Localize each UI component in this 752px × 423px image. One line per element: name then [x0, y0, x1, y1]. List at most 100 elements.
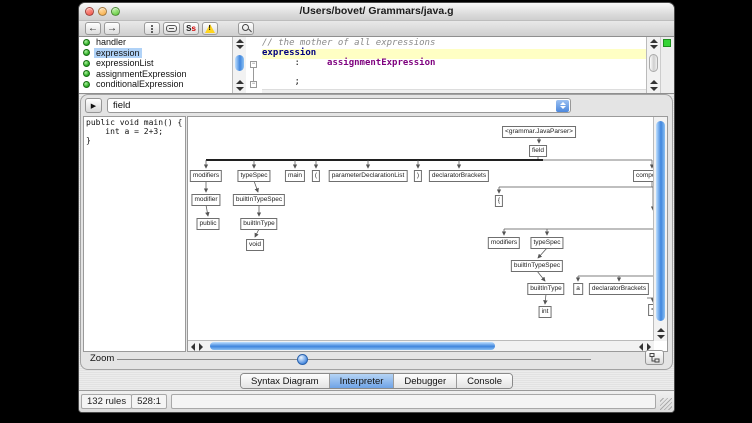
rule-status-icon	[83, 81, 90, 88]
rule-name[interactable]: expressionList	[94, 58, 156, 68]
tree-node[interactable]: modifiers	[190, 170, 222, 182]
start-rule-combobox[interactable]: field	[107, 98, 571, 113]
status-message-cell	[171, 394, 656, 409]
rule-list-item[interactable]: conditionalExpression	[79, 79, 232, 90]
window-titlebar[interactable]: /Users/bovet/ Grammars/java.g	[79, 3, 674, 21]
scroll-down-icon[interactable]	[650, 45, 658, 49]
code-segment: expression	[262, 48, 316, 58]
rule-list-scrollbar[interactable]	[232, 37, 246, 93]
tree-node[interactable]: (	[312, 170, 320, 182]
interpreter-input-text[interactable]: public void main() { int a = 2+3; }	[83, 116, 186, 352]
tree-node[interactable]: field	[529, 145, 547, 157]
tree-node[interactable]: <grammar.JavaParser>	[502, 126, 576, 138]
scroll-up-icon[interactable]	[236, 39, 244, 43]
loop-diagram-icon	[166, 25, 177, 32]
parse-tree-viewport[interactable]: <grammar.JavaParser> field modifiers typeSp…	[188, 117, 654, 341]
tree-node[interactable]: builtInTypeSpec	[233, 194, 285, 206]
case-toggle-button[interactable]: Ss	[183, 22, 199, 35]
tree-node[interactable]: a	[573, 283, 583, 295]
rule-list-item[interactable]: handler	[79, 37, 232, 48]
fold-collapse-icon[interactable]: −	[250, 61, 257, 68]
rule-name[interactable]: expression	[94, 48, 142, 58]
rule-list: handlerexpressionexpressionListassignmen…	[79, 37, 232, 93]
tree-node[interactable]: )	[414, 170, 422, 182]
tree-node[interactable]: int	[539, 306, 552, 318]
code-segment: assignmentExpression	[327, 58, 435, 68]
zoom-slider-thumb[interactable]	[297, 354, 308, 365]
scrollbar-thumb[interactable]	[210, 342, 495, 350]
scrollbar-thumb[interactable]	[656, 121, 665, 321]
tree-node[interactable]: void	[246, 239, 264, 251]
tree-node[interactable]: builtInTypeSpec	[511, 260, 563, 272]
code-line[interactable]: // the mother of all expressions	[262, 39, 646, 49]
back-button[interactable]: ←	[85, 22, 101, 35]
rule-name[interactable]: assignmentExpression	[94, 69, 189, 79]
scroll-down-icon[interactable]	[650, 87, 658, 91]
tab-syntax-diagram[interactable]: Syntax Diagram	[241, 374, 330, 388]
editor-scrollbar[interactable]	[646, 37, 660, 93]
scrollbar-thumb[interactable]	[649, 54, 658, 72]
zoom-controls: Zoom	[81, 350, 672, 367]
grammar-health-indicator	[663, 39, 671, 47]
warnings-button[interactable]	[202, 22, 218, 35]
code-segment: :	[262, 58, 327, 68]
zoom-slider[interactable]	[117, 359, 591, 360]
scrollbar-thumb[interactable]	[235, 55, 244, 71]
rule-list-item[interactable]: expressionList	[79, 58, 232, 69]
tree-view-toggle-button[interactable]	[645, 350, 664, 365]
scroll-up-icon[interactable]	[650, 39, 658, 43]
rule-list-item[interactable]: assignmentExpression	[79, 69, 232, 80]
rule-status-icon	[83, 49, 90, 56]
scroll-down-icon[interactable]	[236, 45, 244, 49]
tree-node[interactable]: parameterDeclarationList	[329, 170, 408, 182]
tree-node[interactable]: main	[285, 170, 305, 182]
code-line[interactable]: ;	[262, 78, 646, 88]
fold-collapse-icon[interactable]: −	[250, 81, 257, 88]
scroll-down-icon[interactable]	[657, 335, 665, 339]
run-interpreter-button[interactable]: ▶	[85, 98, 102, 113]
tree-node[interactable]: compoundStatement	[633, 170, 654, 182]
rule-status-icon	[83, 39, 90, 46]
tree-vertical-scrollbar[interactable]	[653, 117, 667, 341]
tree-node[interactable]: modifier	[191, 194, 220, 206]
rule-status-icon	[83, 60, 90, 67]
code-lines[interactable]: // the mother of all expressionsexpressi…	[262, 39, 646, 89]
tree-node[interactable]: public	[197, 218, 220, 230]
tab-debugger[interactable]: Debugger	[394, 374, 457, 388]
tree-node[interactable]: typeSpec	[530, 237, 563, 249]
combobox-stepper-icon[interactable]	[556, 100, 569, 112]
tab-console[interactable]: Console	[457, 374, 512, 388]
code-line[interactable]	[262, 68, 646, 78]
sort-rules-button[interactable]	[144, 22, 160, 35]
tree-node[interactable]: typeSpec	[237, 170, 270, 182]
play-icon: ▶	[91, 102, 96, 110]
editor-hscrollbar[interactable]	[262, 89, 646, 93]
code-line[interactable]: : assignmentExpression	[262, 59, 646, 69]
tree-node[interactable]: modifiers	[488, 237, 520, 249]
rule-name[interactable]: conditionalExpression	[94, 79, 186, 89]
tab-interpreter[interactable]: Interpreter	[330, 374, 395, 388]
tree-node[interactable]: builtInType	[240, 218, 277, 230]
scroll-up-icon[interactable]	[650, 80, 658, 84]
tree-node[interactable]: builtInType	[527, 283, 564, 295]
scroll-down-icon[interactable]	[236, 87, 244, 91]
tree-node[interactable]: declaratorBrackets	[429, 170, 489, 182]
status-bar: 132 rules 528:1	[79, 390, 674, 412]
tree-node[interactable]: {	[495, 195, 503, 207]
syntax-diagram-button[interactable]	[163, 22, 180, 35]
scroll-up-icon[interactable]	[236, 80, 244, 84]
find-button[interactable]	[238, 22, 254, 35]
tree-node[interactable]: declaratorBrackets	[589, 283, 649, 295]
code-segment: // the mother of all expressions	[262, 38, 435, 48]
code-editor[interactable]: − − // the mother of all expressionsexpr…	[246, 37, 674, 93]
main-toolbar: ← → Ss	[79, 21, 674, 37]
resize-grip[interactable]	[660, 398, 672, 410]
arrow-left-icon: ←	[88, 24, 98, 34]
rule-list-item[interactable]: expression	[79, 48, 232, 59]
rule-name[interactable]: handler	[94, 37, 128, 47]
parse-tree-area: <grammar.JavaParser> field modifiers typeSp…	[187, 116, 668, 352]
antlrworks-window: /Users/bovet/ Grammars/java.g ← → Ss han…	[78, 2, 675, 413]
scroll-up-icon[interactable]	[657, 328, 665, 332]
forward-button[interactable]: →	[104, 22, 120, 35]
view-tabs-row: Syntax DiagramInterpreterDebuggerConsole	[79, 373, 674, 391]
